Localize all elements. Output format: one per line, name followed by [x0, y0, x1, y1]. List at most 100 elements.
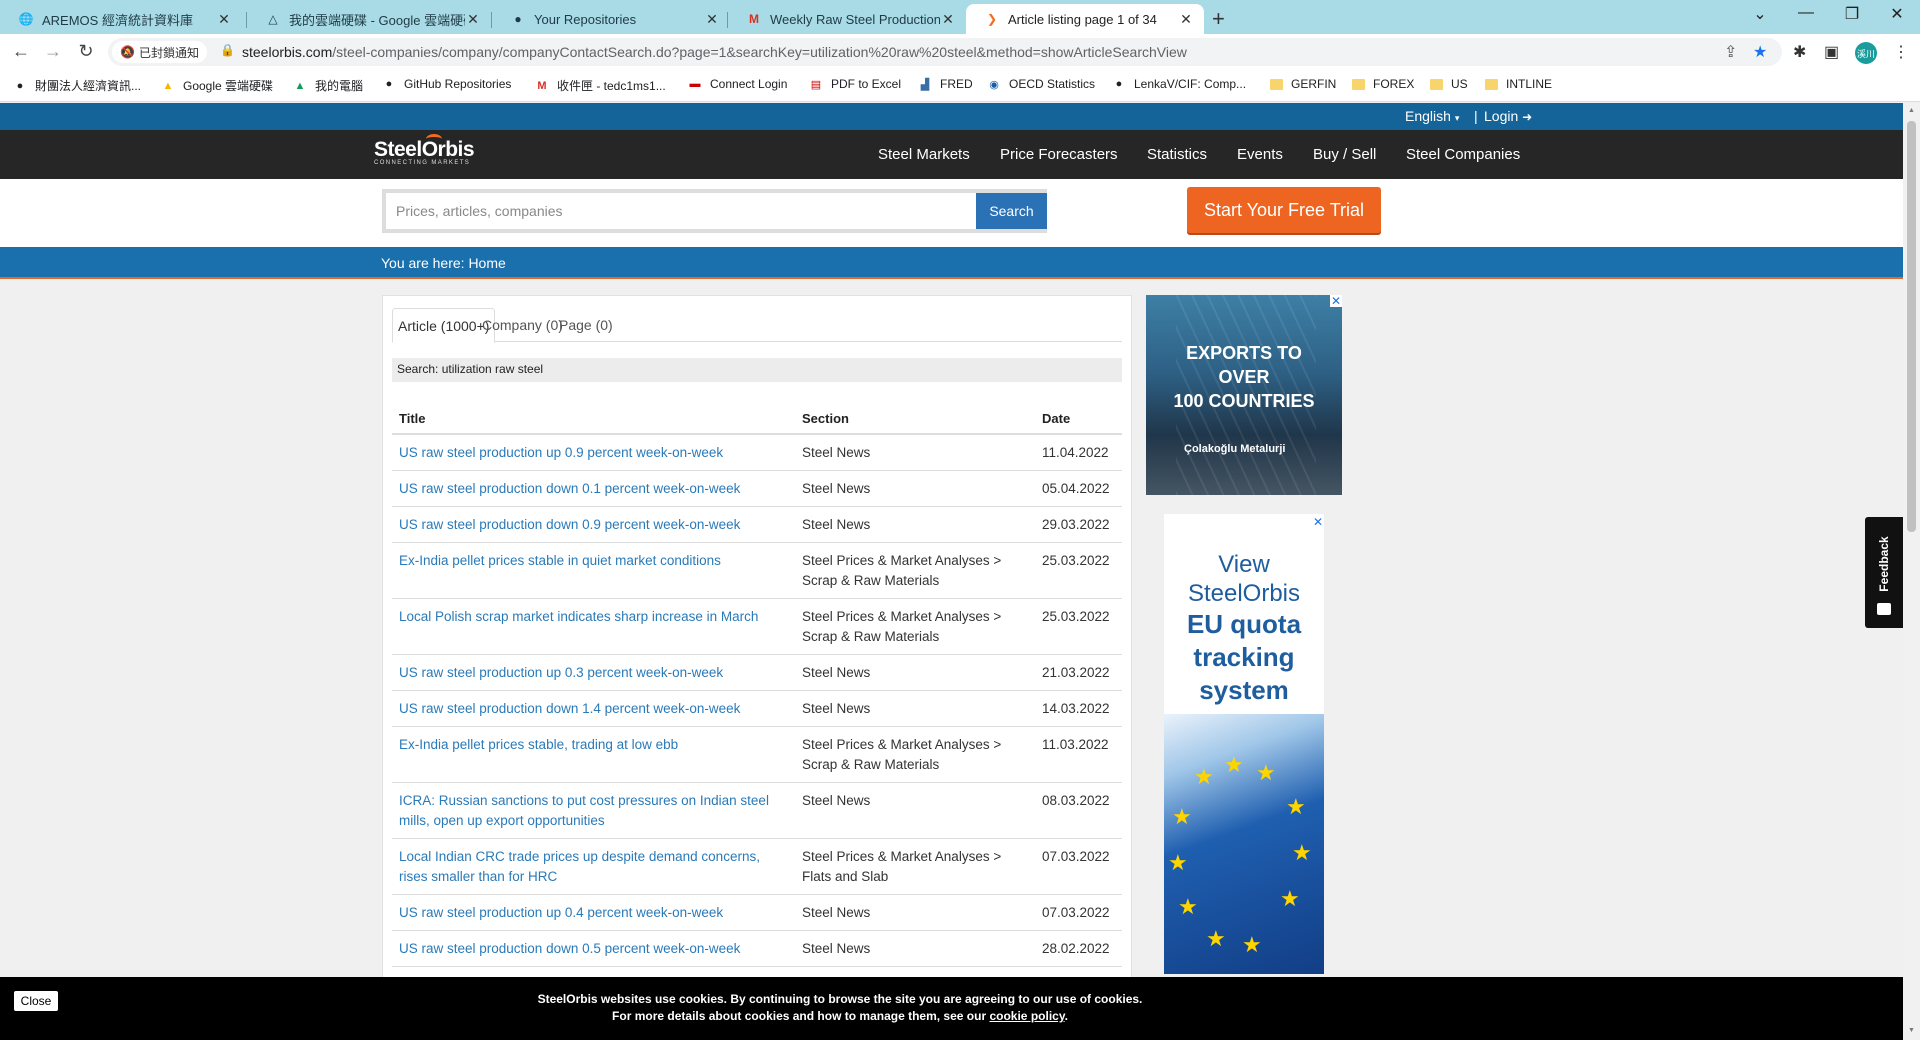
bookmark-item[interactable]: ▤ PDF to Excel [808, 77, 901, 91]
nav-buy-sell[interactable]: Buy / Sell [1313, 146, 1376, 163]
window-close-icon[interactable]: ✕ [1874, 4, 1920, 24]
article-link[interactable]: US raw steel production down 0.1 percent… [399, 481, 740, 496]
nav-price-forecasters[interactable]: Price Forecasters [1000, 146, 1118, 163]
login-link[interactable]: Login ➜ [1484, 108, 1532, 124]
url-text[interactable]: steelorbis.com/steel-companies/company/c… [242, 44, 1187, 60]
restore-icon[interactable]: ❐ [1829, 4, 1875, 24]
article-link[interactable]: ICRA: Russian sanctions to put cost pres… [399, 793, 769, 828]
bookmark-item[interactable]: ▟ FRED [917, 77, 973, 91]
article-date: 08.03.2022 [1035, 782, 1122, 839]
browser-tab-active[interactable]: ❯ Article listing page 1 of 34 ✕ [966, 4, 1204, 34]
results-table: Title Section Date US raw steel producti… [392, 403, 1122, 967]
feedback-tab[interactable]: Feedback [1865, 517, 1903, 628]
article-link[interactable]: US raw steel production up 0.3 percent w… [399, 665, 723, 680]
bookmark-item[interactable]: M 收件匣 - tedc1ms1... [534, 77, 665, 94]
close-tab-icon[interactable]: ✕ [216, 11, 232, 28]
minimize-icon[interactable]: — [1783, 4, 1829, 22]
scroll-down-icon[interactable]: ▼ [1908, 1027, 1915, 1034]
lock-icon[interactable]: 🔒 [220, 43, 235, 57]
column-header-date[interactable]: Date [1035, 403, 1122, 435]
article-link[interactable]: Ex-India pellet prices stable, trading a… [399, 737, 678, 752]
bookmark-folder[interactable]: GERFIN [1268, 77, 1336, 91]
new-tab-icon[interactable]: + [1212, 6, 1225, 32]
column-header-title[interactable]: Title [392, 403, 795, 435]
bookmark-item[interactable]: ● GitHub Repositories [381, 77, 512, 91]
table-row: Ex-India pellet prices stable in quiet m… [392, 542, 1122, 599]
article-link[interactable]: US raw steel production up 0.4 percent w… [399, 905, 723, 920]
nav-steel-companies[interactable]: Steel Companies [1406, 146, 1520, 163]
blocked-notification-chip[interactable]: 🔕 已封鎖通知 [112, 41, 207, 63]
close-tab-icon[interactable]: ✕ [940, 11, 956, 28]
table-row: US raw steel production down 0.9 percent… [392, 506, 1122, 543]
ad-headline: EXPORTS TO OVER 100 COUNTRIES [1173, 343, 1315, 411]
bookmark-item[interactable]: ▬ Connect Login [687, 77, 788, 91]
search-input[interactable] [386, 193, 976, 229]
column-header-section[interactable]: Section [795, 403, 1035, 435]
bookmark-folder[interactable]: FOREX [1350, 77, 1414, 91]
star-icon: ★ [1172, 804, 1192, 829]
search-results-panel: Article (1000+) Company (0) Page (0) Sea… [382, 295, 1132, 1040]
close-tab-icon[interactable]: ✕ [465, 11, 481, 28]
article-section: Steel News [795, 782, 1035, 839]
close-tab-icon[interactable]: ✕ [704, 11, 720, 28]
browser-tab[interactable]: M Weekly Raw Steel Production - ✕ [728, 4, 966, 34]
forward-icon[interactable]: → [42, 41, 64, 62]
bookmark-folder[interactable]: INTLINE [1483, 77, 1552, 91]
nav-statistics[interactable]: Statistics [1147, 146, 1207, 163]
scrollbar-thumb[interactable] [1907, 121, 1916, 532]
tab-pages[interactable]: Page (0) [554, 308, 618, 342]
article-link[interactable]: Ex-India pellet prices stable in quiet m… [399, 553, 721, 568]
scroll-up-icon[interactable]: ▲ [1908, 107, 1915, 114]
tab-search-icon[interactable]: ⌄ [1737, 4, 1783, 24]
article-date: 25.03.2022 [1035, 598, 1122, 655]
article-link[interactable]: US raw steel production down 0.9 percent… [399, 517, 740, 532]
browser-tab[interactable]: ● Your Repositories ✕ [492, 4, 730, 34]
article-link[interactable]: US raw steel production down 0.5 percent… [399, 941, 740, 956]
bookmark-item[interactable]: ▲ 我的電腦 [292, 77, 363, 94]
bookmark-item[interactable]: ◉ OECD Statistics [986, 77, 1095, 91]
extensions-icon[interactable]: ✱ [1793, 42, 1806, 62]
ad-banner-eu-quota[interactable]: ✕ View SteelOrbis EU quota tracking syst… [1164, 514, 1324, 974]
page-scrollbar[interactable]: ▲ ▼ [1903, 103, 1920, 1040]
article-link[interactable]: Local Polish scrap market indicates shar… [399, 609, 758, 624]
article-link[interactable]: US raw steel production down 1.4 percent… [399, 701, 740, 716]
star-icon: ★ [1256, 760, 1276, 785]
profile-avatar[interactable]: 溪川 [1855, 42, 1877, 64]
search-band: Search Start Your Free Trial [0, 179, 1903, 247]
address-bar[interactable]: 🔕 已封鎖通知 🔒 steelorbis.com/steel-companies… [108, 38, 1782, 66]
bookmark-item[interactable]: ▲ Google 雲端硬碟 [160, 77, 273, 94]
browser-tab[interactable]: 🌐 AREMOS 經濟統計資料庫 ✕ [0, 4, 242, 34]
folder-icon [1268, 77, 1284, 91]
ad-close-icon[interactable]: ✕ [1312, 516, 1324, 528]
folder-icon [1483, 77, 1499, 91]
ad-headline: View SteelOrbis EU quota tracking system [1186, 551, 1302, 705]
close-tab-icon[interactable]: ✕ [1178, 11, 1194, 28]
ad-close-icon[interactable]: ✕ [1330, 295, 1342, 307]
folder-icon [1350, 77, 1366, 91]
side-panel-icon[interactable]: ▣ [1824, 42, 1839, 62]
star-icon: ★ [1286, 794, 1306, 819]
language-selector[interactable]: English ▾ [1405, 108, 1459, 124]
reload-icon[interactable]: ↻ [75, 41, 97, 62]
article-link[interactable]: Local Indian CRC trade prices up despite… [399, 849, 760, 884]
bookmark-item[interactable]: ● LenkaV/CIF: Comp... [1111, 77, 1246, 91]
logo-orbit-icon [426, 134, 442, 144]
bookmark-folder[interactable]: US [1428, 77, 1468, 91]
nav-steel-markets[interactable]: Steel Markets [878, 146, 970, 163]
search-button[interactable]: Search [976, 193, 1047, 229]
bookmark-item[interactable]: ● 財團法人經濟資訊... [12, 77, 141, 94]
table-row: US raw steel production up 0.4 percent w… [392, 894, 1122, 931]
menu-kebab-icon[interactable]: ⋮ [1893, 42, 1909, 62]
browser-tab[interactable]: △ 我的雲端硬碟 - Google 雲端硬碟 ✕ [247, 4, 491, 34]
back-icon[interactable]: ← [10, 41, 32, 62]
nav-events[interactable]: Events [1237, 146, 1283, 163]
table-row: US raw steel production down 0.1 percent… [392, 470, 1122, 507]
steelorbis-logo[interactable]: SteelOrbis CONNECTING MARKETS [374, 134, 475, 166]
bookmark-star-icon[interactable]: ★ [1753, 42, 1767, 62]
cookie-policy-link[interactable]: cookie policy [989, 1009, 1064, 1023]
share-icon[interactable]: ⇪ [1724, 42, 1737, 62]
table-row: US raw steel production up 0.9 percent w… [392, 434, 1122, 471]
article-link[interactable]: US raw steel production up 0.9 percent w… [399, 445, 723, 460]
free-trial-button[interactable]: Start Your Free Trial [1187, 187, 1381, 233]
ad-banner-exports[interactable]: EXPORTS TO OVER 100 COUNTRIES Çolakoğlu … [1146, 295, 1342, 495]
